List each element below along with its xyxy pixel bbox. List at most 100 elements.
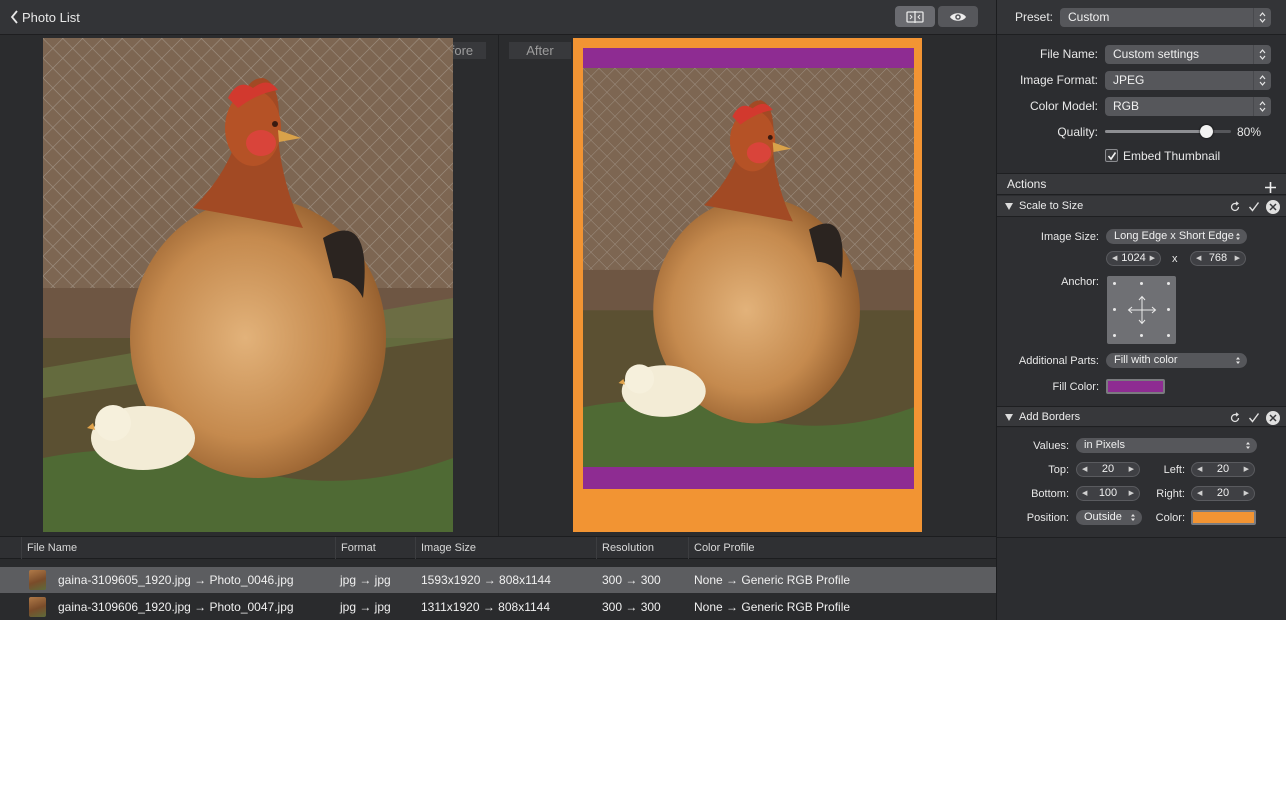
- disclosure-triangle-icon[interactable]: [1005, 203, 1013, 210]
- before-image: [43, 38, 453, 532]
- resolution-cell: 300 → 300: [602, 600, 661, 614]
- preset-popup[interactable]: Custom: [1060, 8, 1271, 27]
- fill-area-bottom: [583, 467, 914, 489]
- width-value: 1024: [1121, 252, 1146, 264]
- scale-to-size-header[interactable]: Scale to Size: [997, 196, 1286, 217]
- additional-parts-label: Additional Parts:: [1018, 355, 1099, 367]
- column-header-color-profile[interactable]: Color Profile: [688, 537, 996, 559]
- image-format-value: JPEG: [1113, 73, 1145, 87]
- enable-check-icon[interactable]: [1247, 200, 1261, 214]
- remove-action-icon[interactable]: [1266, 411, 1280, 425]
- anchor-point[interactable]: [1113, 308, 1116, 311]
- fill-color-label: Fill Color:: [1052, 381, 1099, 393]
- quality-slider-knob[interactable]: [1199, 125, 1213, 138]
- anchor-point[interactable]: [1167, 282, 1170, 285]
- disclosure-triangle-icon[interactable]: [1005, 414, 1013, 421]
- increment-icon[interactable]: ▶: [1244, 463, 1249, 476]
- remove-action-icon[interactable]: [1266, 200, 1280, 214]
- preview-divider[interactable]: [498, 35, 499, 536]
- column-header-resolution[interactable]: Resolution: [596, 537, 688, 559]
- height-stepper[interactable]: ◀ 768 ▶: [1190, 251, 1246, 266]
- anchor-point[interactable]: [1140, 282, 1143, 285]
- split-view-icon: [906, 10, 924, 23]
- anchor-point[interactable]: [1113, 282, 1116, 285]
- column-header-file-name[interactable]: File Name: [21, 537, 335, 559]
- file-thumbnail: [29, 597, 46, 617]
- increment-icon[interactable]: ▶: [1244, 487, 1249, 500]
- toolbar: Photo List: [0, 0, 996, 35]
- reset-icon[interactable]: [1228, 200, 1242, 214]
- column-header-format[interactable]: Format: [335, 537, 415, 559]
- color-model-value: RGB: [1113, 99, 1140, 113]
- quality-slider-fill: [1105, 130, 1206, 133]
- anchor-point[interactable]: [1140, 334, 1143, 337]
- table-row[interactable]: gaina-3109605_1920.jpg → Photo_0046.jpg …: [0, 567, 996, 593]
- right-stepper[interactable]: ◀ 20 ▶: [1191, 486, 1255, 501]
- decrement-icon[interactable]: ◀: [1197, 487, 1202, 500]
- eye-icon: [950, 12, 966, 21]
- additional-parts-popup[interactable]: Fill with color: [1106, 353, 1247, 368]
- values-label: Values:: [1033, 440, 1069, 452]
- move-arrows-icon: [1127, 295, 1157, 325]
- file-name-popup[interactable]: Custom settings: [1105, 45, 1271, 64]
- back-button[interactable]: Photo List: [10, 8, 80, 26]
- quality-slider[interactable]: [1105, 125, 1231, 138]
- anchor-label: Anchor:: [1061, 276, 1099, 288]
- resolution-cell: 300 → 300: [602, 573, 661, 587]
- decrement-icon[interactable]: ◀: [1196, 252, 1201, 265]
- file-list-header: File Name Format Image Size Resolution C…: [0, 536, 996, 559]
- add-borders-title: Add Borders: [1019, 411, 1081, 423]
- preview-button[interactable]: [938, 6, 978, 27]
- border-color-swatch[interactable]: [1191, 510, 1256, 525]
- table-row[interactable]: gaina-3109606_1920.jpg → Photo_0047.jpg …: [0, 594, 996, 620]
- checkmark-icon: [1107, 151, 1116, 160]
- quality-value: 80%: [1237, 125, 1262, 139]
- image-format-label: Image Format:: [1019, 73, 1098, 87]
- updown-arrows-icon: [1253, 45, 1271, 64]
- right-label: Right:: [1156, 488, 1185, 500]
- chevron-left-icon: [10, 10, 18, 24]
- color-model-popup[interactable]: RGB: [1105, 97, 1271, 116]
- image-size-value: Long Edge x Short Edge: [1114, 230, 1234, 242]
- file-name-value: Custom settings: [1113, 47, 1200, 61]
- file-name-cell: gaina-3109606_1920.jpg → Photo_0047.jpg: [58, 600, 294, 614]
- values-value: in Pixels: [1084, 439, 1125, 451]
- decrement-icon[interactable]: ◀: [1112, 252, 1117, 265]
- enable-check-icon[interactable]: [1247, 411, 1261, 425]
- increment-icon[interactable]: ▶: [1150, 252, 1155, 265]
- increment-icon[interactable]: ▶: [1235, 252, 1240, 265]
- left-stepper[interactable]: ◀ 20 ▶: [1191, 462, 1255, 477]
- updown-arrows-icon: [1229, 353, 1247, 368]
- right-value: 20: [1216, 487, 1230, 499]
- left-label: Left:: [1163, 464, 1185, 476]
- anchor-grid[interactable]: [1107, 276, 1176, 344]
- anchor-point[interactable]: [1167, 308, 1170, 311]
- anchor-point[interactable]: [1167, 334, 1170, 337]
- compare-view-button[interactable]: [895, 6, 935, 27]
- column-header-image-size[interactable]: Image Size: [415, 537, 596, 559]
- updown-arrows-icon: [1253, 71, 1271, 90]
- width-stepper[interactable]: ◀ 1024 ▶: [1106, 251, 1161, 266]
- reset-icon[interactable]: [1228, 411, 1242, 425]
- updown-arrows-icon: [1239, 438, 1257, 453]
- quality-label: Quality:: [1057, 125, 1098, 139]
- image-format-popup[interactable]: JPEG: [1105, 71, 1271, 90]
- add-borders-header[interactable]: Add Borders: [997, 406, 1286, 427]
- decrement-icon[interactable]: ◀: [1197, 463, 1202, 476]
- fill-color-swatch[interactable]: [1106, 379, 1165, 394]
- image-size-label: Image Size:: [1040, 231, 1099, 243]
- after-preview-frame: [573, 38, 922, 532]
- values-popup[interactable]: in Pixels: [1076, 438, 1257, 453]
- image-size-popup[interactable]: Long Edge x Short Edge: [1106, 229, 1247, 244]
- color-profile-cell: None → Generic RGB Profile: [694, 573, 851, 587]
- after-label: After: [509, 42, 571, 59]
- embed-thumbnail-checkbox[interactable]: [1105, 149, 1118, 162]
- size-separator: x: [1172, 253, 1178, 265]
- anchor-point[interactable]: [1113, 334, 1116, 337]
- actions-header: Actions: [997, 173, 1286, 195]
- format-cell: jpg → jpg: [340, 600, 391, 614]
- image-size-cell: 1593x1920 → 808x1144: [421, 573, 551, 587]
- file-name-cell: gaina-3109605_1920.jpg → Photo_0046.jpg: [58, 573, 294, 587]
- updown-arrows-icon: [1229, 229, 1247, 244]
- preset-value: Custom: [1068, 10, 1110, 24]
